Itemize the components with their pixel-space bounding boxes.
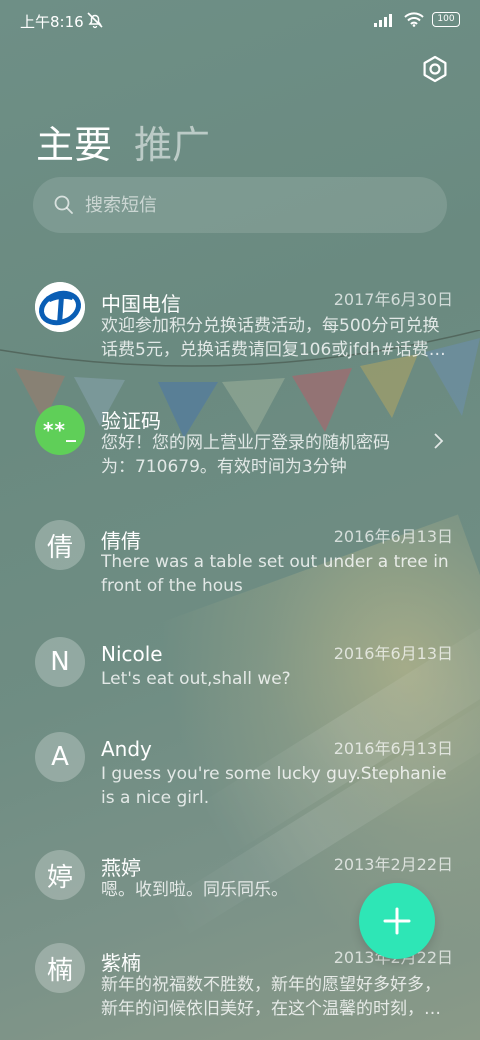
hexagon-gear-icon[interactable] (420, 54, 450, 84)
message-date: 2016年6月13日 (333, 527, 453, 546)
avatar (35, 282, 85, 332)
sender-name: 验证码 (101, 409, 161, 433)
message-preview: There was a table set out under a tree i… (101, 552, 449, 596)
message-preview: 您好！您的网上营业厅登录的随机密码为：710679。有效时间为3分钟 (101, 433, 390, 477)
sender-name: 紫楠 (101, 951, 141, 975)
message-preview: Let's eat out,shall we? (101, 669, 291, 689)
avatar: 倩 (35, 520, 85, 570)
avatar: **_ (35, 405, 85, 455)
china-telecom-logo-icon (35, 282, 85, 332)
new-message-button[interactable] (359, 883, 435, 959)
sender-name: 中国电信 (101, 292, 181, 316)
search-input[interactable] (83, 193, 387, 217)
message-date: 2013年2月22日 (333, 855, 453, 874)
avatar: N (35, 637, 85, 687)
message-preview: 欢迎参加积分兑换话费活动，每500分可兑换话费5元，兑换话费请回复106或jfd… (101, 316, 446, 360)
message-date: 2016年6月13日 (333, 739, 453, 758)
status-time: 上午8:16 (20, 13, 84, 31)
plus-icon (383, 907, 411, 935)
tab-promotions[interactable]: 推广 (134, 114, 210, 169)
avatar: 婷 (35, 850, 85, 900)
search-bar[interactable] (33, 177, 447, 233)
signal-icon (374, 13, 392, 27)
battery-indicator: 100 (432, 12, 460, 27)
sender-name: 燕婷 (101, 856, 141, 880)
sender-name: Andy (101, 737, 152, 761)
message-preview: I guess you're some lucky guy.Stephanie … (101, 764, 447, 808)
wifi-icon (404, 12, 424, 27)
chevron-right-icon[interactable] (433, 431, 445, 451)
message-date: 2017年6月30日 (333, 290, 453, 309)
notification-off-icon (87, 12, 103, 29)
status-bar: 上午8:16 100 (0, 0, 480, 44)
tab-bar: 主要 推广 (36, 114, 210, 169)
message-date: 2016年6月13日 (333, 644, 453, 663)
sender-name: Nicole (101, 642, 163, 666)
search-icon (54, 195, 73, 214)
message-preview: 新年的祝福数不胜数，新年的愿望好多好多，新年的问候依旧美好，在这个温馨的时刻，… (101, 975, 441, 1019)
avatar: 楠 (35, 943, 85, 993)
avatar: A (35, 732, 85, 782)
tab-primary[interactable]: 主要 (36, 114, 112, 169)
